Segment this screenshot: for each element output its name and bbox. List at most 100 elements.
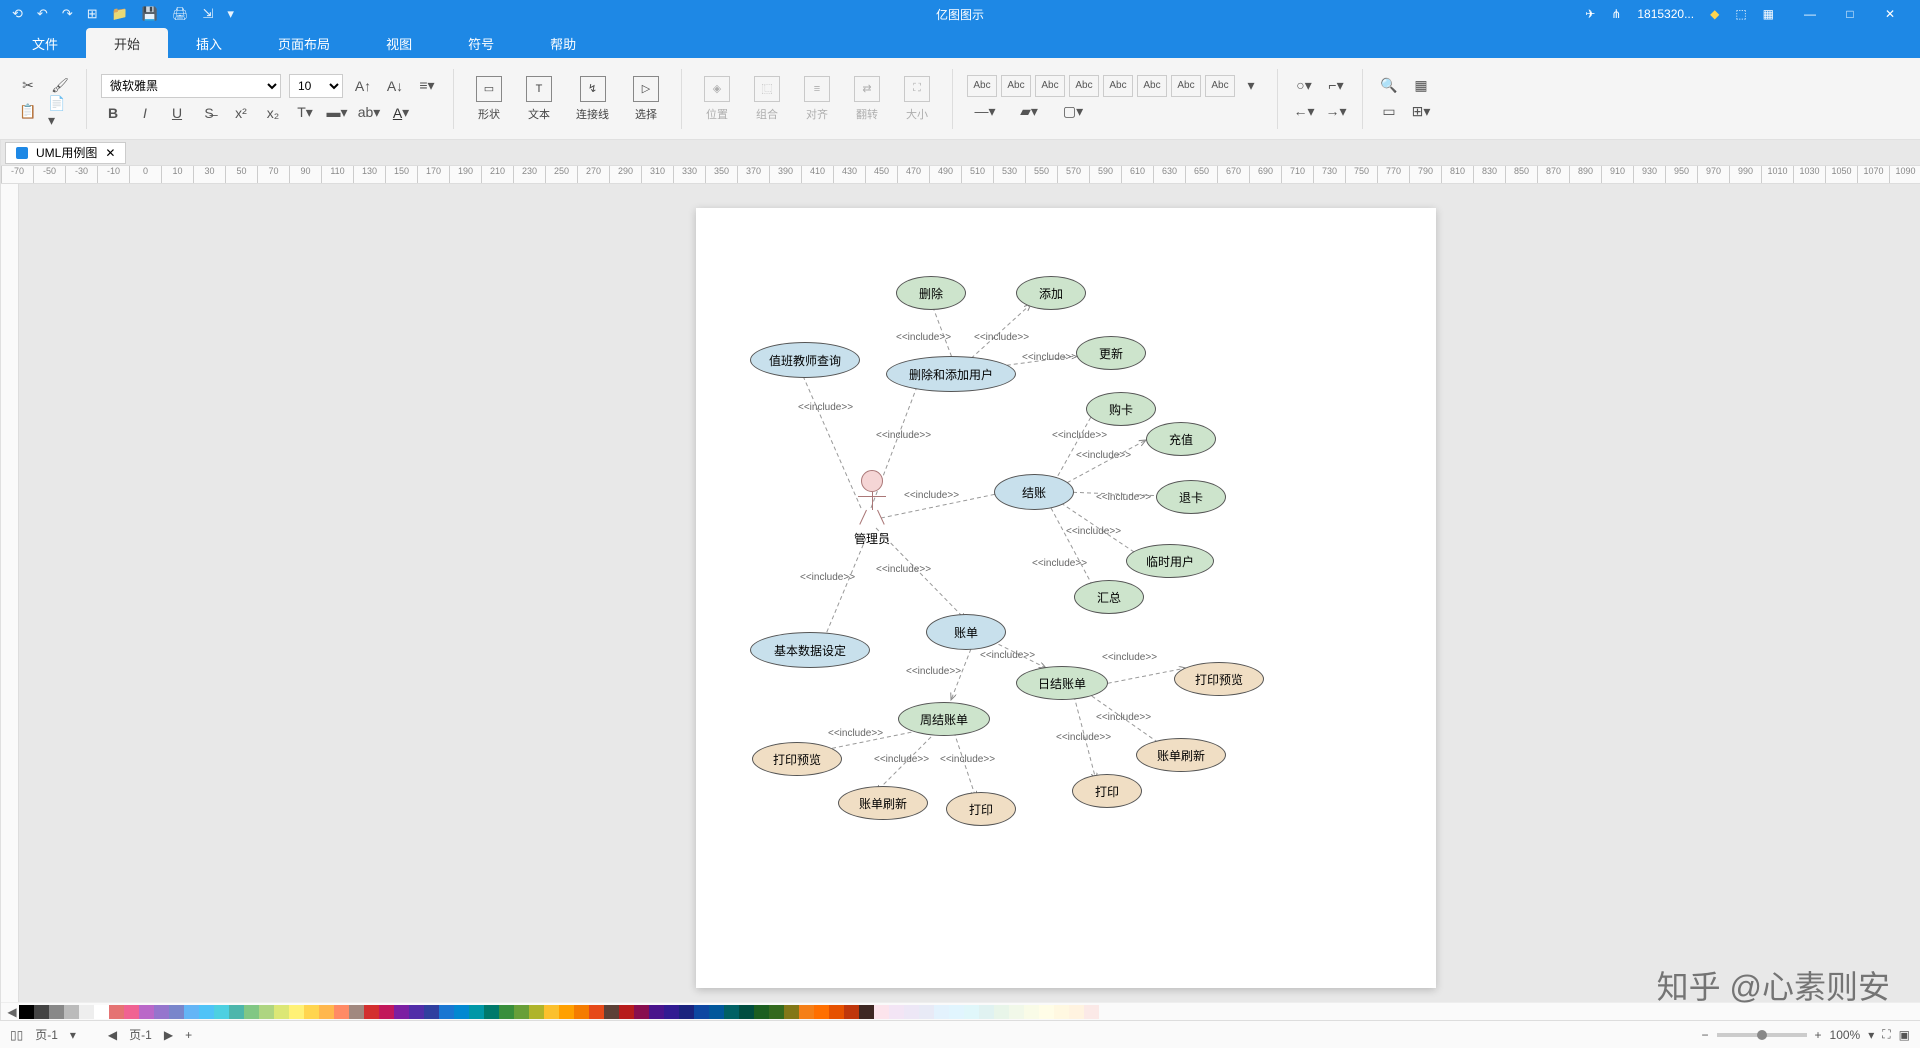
usecase-node[interactable]: 账单刷新 — [838, 786, 928, 820]
case-icon[interactable]: ab▾ — [357, 102, 381, 124]
arrow-end-icon[interactable]: →▾ — [1324, 101, 1348, 123]
usecase-node[interactable]: 打印预览 — [752, 742, 842, 776]
style-preset[interactable]: Abc — [1069, 75, 1099, 97]
usecase-node[interactable]: 购卡 — [1086, 392, 1156, 426]
color-swatch[interactable] — [454, 1005, 469, 1019]
color-swatch[interactable] — [19, 1005, 34, 1019]
minimize-icon[interactable]: — — [1790, 7, 1830, 21]
print-icon[interactable]: 🖨 — [172, 6, 189, 22]
color-swatch[interactable] — [379, 1005, 394, 1019]
zoom-out-icon[interactable]: − — [1701, 1028, 1708, 1042]
color-swatch[interactable] — [1084, 1005, 1099, 1019]
color-swatch[interactable] — [739, 1005, 754, 1019]
open-icon[interactable]: 📁 — [112, 6, 128, 22]
color-swatch[interactable] — [349, 1005, 364, 1019]
color-swatch[interactable] — [364, 1005, 379, 1019]
usecase-node[interactable]: 添加 — [1016, 276, 1086, 310]
save-icon[interactable]: 💾 — [142, 6, 158, 22]
color-swatch[interactable] — [154, 1005, 169, 1019]
undo-icon[interactable]: ↶ — [37, 6, 48, 22]
color-swatch[interactable] — [694, 1005, 709, 1019]
strike-icon[interactable]: S̶ — [197, 102, 221, 124]
usecase-node[interactable]: 基本数据设定 — [750, 632, 870, 668]
template-icon[interactable]: ⬚ — [1735, 7, 1746, 21]
page-icon[interactable]: ▭ — [1377, 101, 1401, 123]
color-swatch[interactable] — [529, 1005, 544, 1019]
color-swatch[interactable] — [904, 1005, 919, 1019]
usecase-node[interactable]: 删除 — [896, 276, 966, 310]
usecase-node[interactable]: 日结账单 — [1016, 666, 1108, 700]
format-painter-icon[interactable]: 🖌 — [48, 75, 72, 97]
doc-tab-close-icon[interactable]: ✕ — [105, 146, 115, 160]
pages-icon[interactable]: ▯▯ — [10, 1028, 23, 1042]
conn-type-icon[interactable]: ⌐▾ — [1324, 75, 1348, 97]
color-swatch[interactable] — [469, 1005, 484, 1019]
style-preset[interactable]: Abc — [1103, 75, 1133, 97]
style-preset[interactable]: Abc — [1035, 75, 1065, 97]
connector-tool[interactable]: ↯连接线 — [568, 72, 617, 126]
color-swatch[interactable] — [919, 1005, 934, 1019]
color-swatch[interactable] — [799, 1005, 814, 1019]
text-tool[interactable]: T文本 — [518, 72, 560, 126]
color-swatch[interactable] — [604, 1005, 619, 1019]
menu-help[interactable]: 帮助 — [522, 28, 604, 59]
color-swatch[interactable] — [439, 1005, 454, 1019]
color-swatch[interactable] — [319, 1005, 334, 1019]
page-setup-icon[interactable]: ▦ — [1409, 75, 1433, 97]
color-swatch[interactable] — [184, 1005, 199, 1019]
color-swatch[interactable] — [34, 1005, 49, 1019]
color-swatch[interactable] — [214, 1005, 229, 1019]
color-swatch[interactable] — [844, 1005, 859, 1019]
superscript-icon[interactable]: x² — [229, 102, 253, 124]
color-swatch[interactable] — [889, 1005, 904, 1019]
color-swatch[interactable] — [724, 1005, 739, 1019]
color-swatch[interactable] — [394, 1005, 409, 1019]
color-swatch[interactable] — [259, 1005, 274, 1019]
style-preset[interactable]: Abc — [1171, 75, 1201, 97]
zoom-value[interactable]: 100% — [1830, 1028, 1861, 1042]
color-swatch[interactable] — [199, 1005, 214, 1019]
usecase-node[interactable]: 结账 — [994, 474, 1074, 510]
usecase-node[interactable]: 账单刷新 — [1136, 738, 1226, 772]
color-swatch[interactable] — [709, 1005, 724, 1019]
color-swatch[interactable] — [1039, 1005, 1054, 1019]
color-swatch[interactable] — [754, 1005, 769, 1019]
color-swatch[interactable] — [1024, 1005, 1039, 1019]
usecase-node[interactable]: 周结账单 — [898, 702, 990, 736]
color-swatch[interactable] — [589, 1005, 604, 1019]
color-swatch[interactable] — [1054, 1005, 1069, 1019]
color-swatch[interactable] — [334, 1005, 349, 1019]
color-swatch[interactable] — [949, 1005, 964, 1019]
color-swatch[interactable] — [1069, 1005, 1084, 1019]
text-color-icon[interactable]: T▾ — [293, 102, 317, 124]
color-swatch[interactable] — [1009, 1005, 1024, 1019]
color-swatch[interactable] — [139, 1005, 154, 1019]
font-decrease-icon[interactable]: A↓ — [383, 75, 407, 97]
shape-tool[interactable]: ▭形状 — [468, 72, 510, 126]
style-more-icon[interactable]: ▾ — [1239, 75, 1263, 97]
color-swatch[interactable] — [634, 1005, 649, 1019]
color-swatch[interactable] — [124, 1005, 139, 1019]
usecase-node[interactable]: 值班教师查询 — [750, 342, 860, 378]
grid-icon[interactable]: ▦ — [1763, 7, 1774, 21]
style-preset[interactable]: Abc — [967, 75, 997, 97]
font-color-icon[interactable]: A▾ — [389, 102, 413, 124]
bold-icon[interactable]: B — [101, 102, 125, 124]
arrow-start-icon[interactable]: ←▾ — [1292, 101, 1316, 123]
color-swatch[interactable] — [874, 1005, 889, 1019]
fullscreen-icon[interactable]: ▣ — [1899, 1028, 1910, 1042]
new-icon[interactable]: ⊞ — [87, 6, 98, 22]
color-swatch[interactable] — [424, 1005, 439, 1019]
color-swatch[interactable] — [499, 1005, 514, 1019]
color-swatch[interactable] — [619, 1005, 634, 1019]
italic-icon[interactable]: I — [133, 102, 157, 124]
fill-icon[interactable]: ▰▾ — [1011, 101, 1047, 123]
page-tab[interactable]: 页-1 — [129, 1026, 152, 1043]
more-icon[interactable]: ▾ — [227, 6, 234, 22]
color-swatch[interactable] — [484, 1005, 499, 1019]
usecase-node[interactable]: 账单 — [926, 614, 1006, 650]
share-icon[interactable]: ⋔ — [1611, 7, 1621, 21]
app-logo-icon[interactable]: ⟲ — [12, 6, 23, 22]
close-icon[interactable]: ✕ — [1870, 7, 1910, 21]
color-swatch[interactable] — [304, 1005, 319, 1019]
